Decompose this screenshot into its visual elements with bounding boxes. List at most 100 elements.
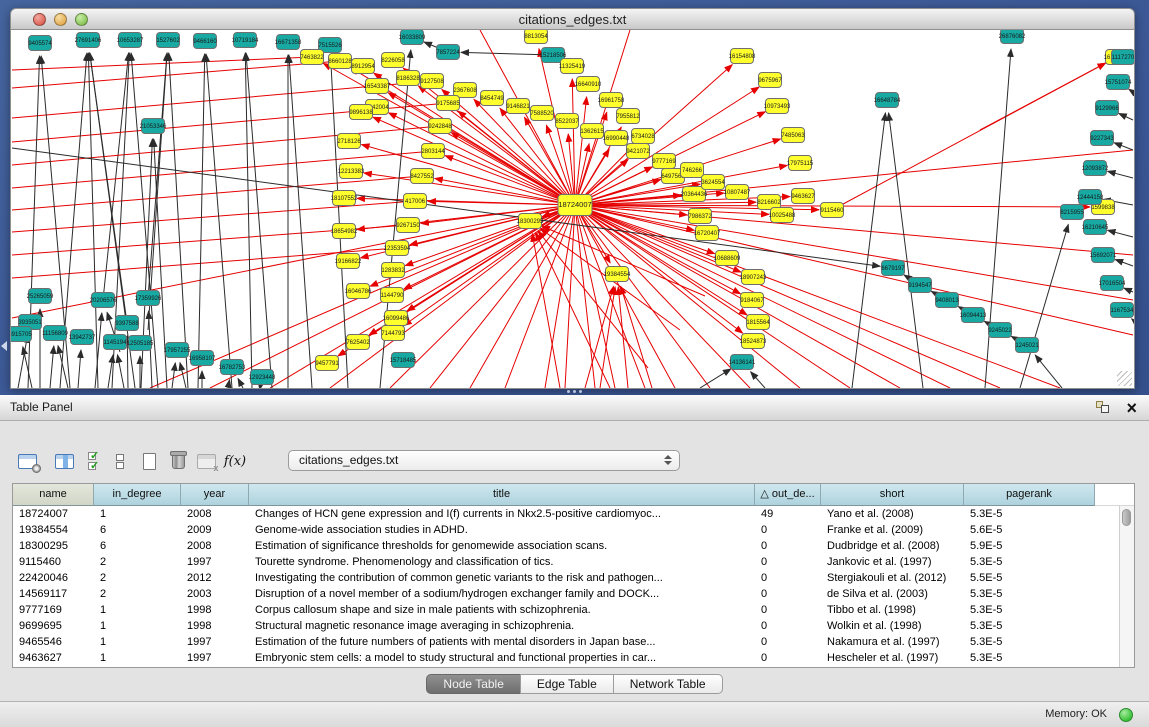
graph-edge <box>1108 230 1133 237</box>
column-header-pagerank[interactable]: pagerank <box>964 484 1095 506</box>
graph-node-label: 16720407 <box>694 231 721 237</box>
table-row[interactable]: 977716911998Corpus callosum shape and si… <box>13 602 1119 618</box>
graph-node-label: 12505185 <box>127 341 154 347</box>
memory-ok-icon <box>1119 708 1133 722</box>
graph-node-label: 14136141 <box>729 360 756 366</box>
graph-node-label: 11325419 <box>559 64 586 70</box>
graph-edge <box>852 113 885 388</box>
column-header-name[interactable]: name <box>13 484 94 506</box>
table-cell: Investigating the contribution of common… <box>249 570 755 586</box>
table-panel-header: Table Panel × <box>0 395 1149 421</box>
graph-node-label: 13942737 <box>69 335 96 341</box>
function-builder-button[interactable]: f(x) <box>222 448 248 474</box>
table-cell: 9699695 <box>13 618 94 634</box>
resize-grip-icon[interactable] <box>1117 371 1132 386</box>
table-cell: 1997 <box>181 554 249 570</box>
table-row[interactable]: 946362711997Embryonic stem cells: a mode… <box>13 650 1119 666</box>
graph-node-label: 8454749 <box>480 96 504 102</box>
table-cell: 1 <box>94 506 181 522</box>
status-bar: Memory: OK <box>0 701 1149 727</box>
close-panel-button[interactable]: × <box>1126 396 1137 420</box>
table-cell: 9777169 <box>13 602 94 618</box>
graph-node-label: 3915705 <box>11 332 32 338</box>
table-cell: 0 <box>755 618 821 634</box>
graph-node-label: 9675967 <box>758 78 782 84</box>
new-table-button[interactable] <box>136 448 162 474</box>
table-cell: de Silva et al. (2003) <box>821 586 964 602</box>
graph-node-label: 16099486 <box>383 316 410 322</box>
table-row[interactable]: 1456911722003Disruption of a novel membe… <box>13 586 1119 602</box>
graph-node-label: 18300295 <box>517 219 544 225</box>
vertical-scrollbar[interactable] <box>1119 506 1134 667</box>
table-cell: 5.3E-5 <box>964 618 1095 634</box>
delete-rows-button[interactable] <box>165 448 191 474</box>
graph-node-label: 9115460 <box>821 208 845 214</box>
table-row[interactable]: 2242004622012Investigating the contribut… <box>13 570 1119 586</box>
table-row[interactable]: 1872400712008Changes of HCN gene express… <box>13 506 1119 522</box>
graph-node-label: 8427552 <box>410 174 434 180</box>
table-cell: Tourette syndrome. Phenomenology and cla… <box>249 554 755 570</box>
select-columns-button[interactable] <box>51 448 77 474</box>
table-cell: 0 <box>755 554 821 570</box>
table-row[interactable]: 911546021997Tourette syndrome. Phenomeno… <box>13 554 1119 570</box>
panel-collapse-arrow-icon[interactable] <box>1 341 7 351</box>
table-select-value: citations_edges.txt <box>299 451 398 470</box>
table-row[interactable]: 1938455462009Genome-wide association stu… <box>13 522 1119 538</box>
graph-node-label: 10688609 <box>714 256 741 262</box>
column-header-out_degree[interactable]: △ out_de... <box>755 484 821 506</box>
graph-node-label: 19166822 <box>335 259 362 265</box>
graph-edge <box>50 346 54 388</box>
tab-network-table[interactable]: Network Table <box>613 674 723 694</box>
table-cell: 0 <box>755 650 821 666</box>
graph-node-label: 3624554 <box>701 180 725 186</box>
graph-edge <box>1124 288 1133 292</box>
graph-edge <box>362 145 575 205</box>
table-select-dropdown[interactable]: citations_edges.txt <box>288 450 680 471</box>
graph-node-label: 16640910 <box>575 82 602 88</box>
table-row[interactable]: 946554611997Estimation of the future num… <box>13 634 1119 650</box>
graph-edge <box>1115 259 1133 266</box>
graph-edge <box>980 63 1106 130</box>
column-header-in_degree[interactable]: in_degree <box>94 484 181 506</box>
column-header-short[interactable]: short <box>821 484 964 506</box>
window-titlebar[interactable]: citations_edges.txt <box>10 8 1135 30</box>
panel-divider-handle[interactable] <box>567 390 582 393</box>
tab-edge-table[interactable]: Edge Table <box>520 674 614 694</box>
graph-edge <box>470 205 575 388</box>
scrollbar-thumb[interactable] <box>1122 509 1131 526</box>
graph-node-label: 7144793 <box>381 331 405 337</box>
select-all-button[interactable] <box>79 448 105 474</box>
empty-boxes-icon <box>116 453 124 470</box>
column-header-year[interactable]: year <box>181 484 249 506</box>
graph-node-label: 16671358 <box>275 40 302 46</box>
table-row[interactable]: 1830029562008Estimation of significance … <box>13 538 1119 554</box>
graph-node-label: 10807487 <box>724 190 751 196</box>
citation-network-graph[interactable]: 1872400718300295193845549405574276914061… <box>11 30 1134 388</box>
table-cell: 1997 <box>181 650 249 666</box>
graph-node-label: 20206576 <box>90 298 117 304</box>
graph-node-label: 18724007 <box>558 200 591 209</box>
table-row[interactable]: 969969511998Structural magnetic resonanc… <box>13 618 1119 634</box>
delete-table-button-disabled: x <box>193 448 219 474</box>
graph-node-label: 7515526 <box>318 43 342 49</box>
tab-node-table[interactable]: Node Table <box>426 674 521 694</box>
graph-node-label: 17975115 <box>787 161 814 167</box>
graph-node-label: 1283832 <box>381 268 405 274</box>
column-header-title[interactable]: title <box>249 484 755 506</box>
graph-node-label: 7955812 <box>616 114 640 120</box>
network-canvas[interactable]: 1872400718300295193845549405574276914061… <box>10 30 1135 389</box>
float-panel-button[interactable] <box>1096 401 1111 415</box>
table-cell: 1 <box>94 602 181 618</box>
panel-title: Table Panel <box>10 395 73 420</box>
table-type-tabs: Node TableEdge TableNetwork Table <box>0 674 1149 694</box>
graph-node-label: 16961758 <box>598 98 625 104</box>
graph-node-label: 2367608 <box>453 88 477 94</box>
graph-edge <box>889 113 923 388</box>
table-cell: 2008 <box>181 538 249 554</box>
graph-node-label: 17359926 <box>135 296 162 302</box>
table-settings-button[interactable] <box>14 448 40 474</box>
unselect-all-button[interactable] <box>107 448 133 474</box>
graph-edge <box>172 363 175 388</box>
table-body: 1872400712008Changes of HCN gene express… <box>13 506 1119 667</box>
table-cell: 9465546 <box>13 634 94 650</box>
